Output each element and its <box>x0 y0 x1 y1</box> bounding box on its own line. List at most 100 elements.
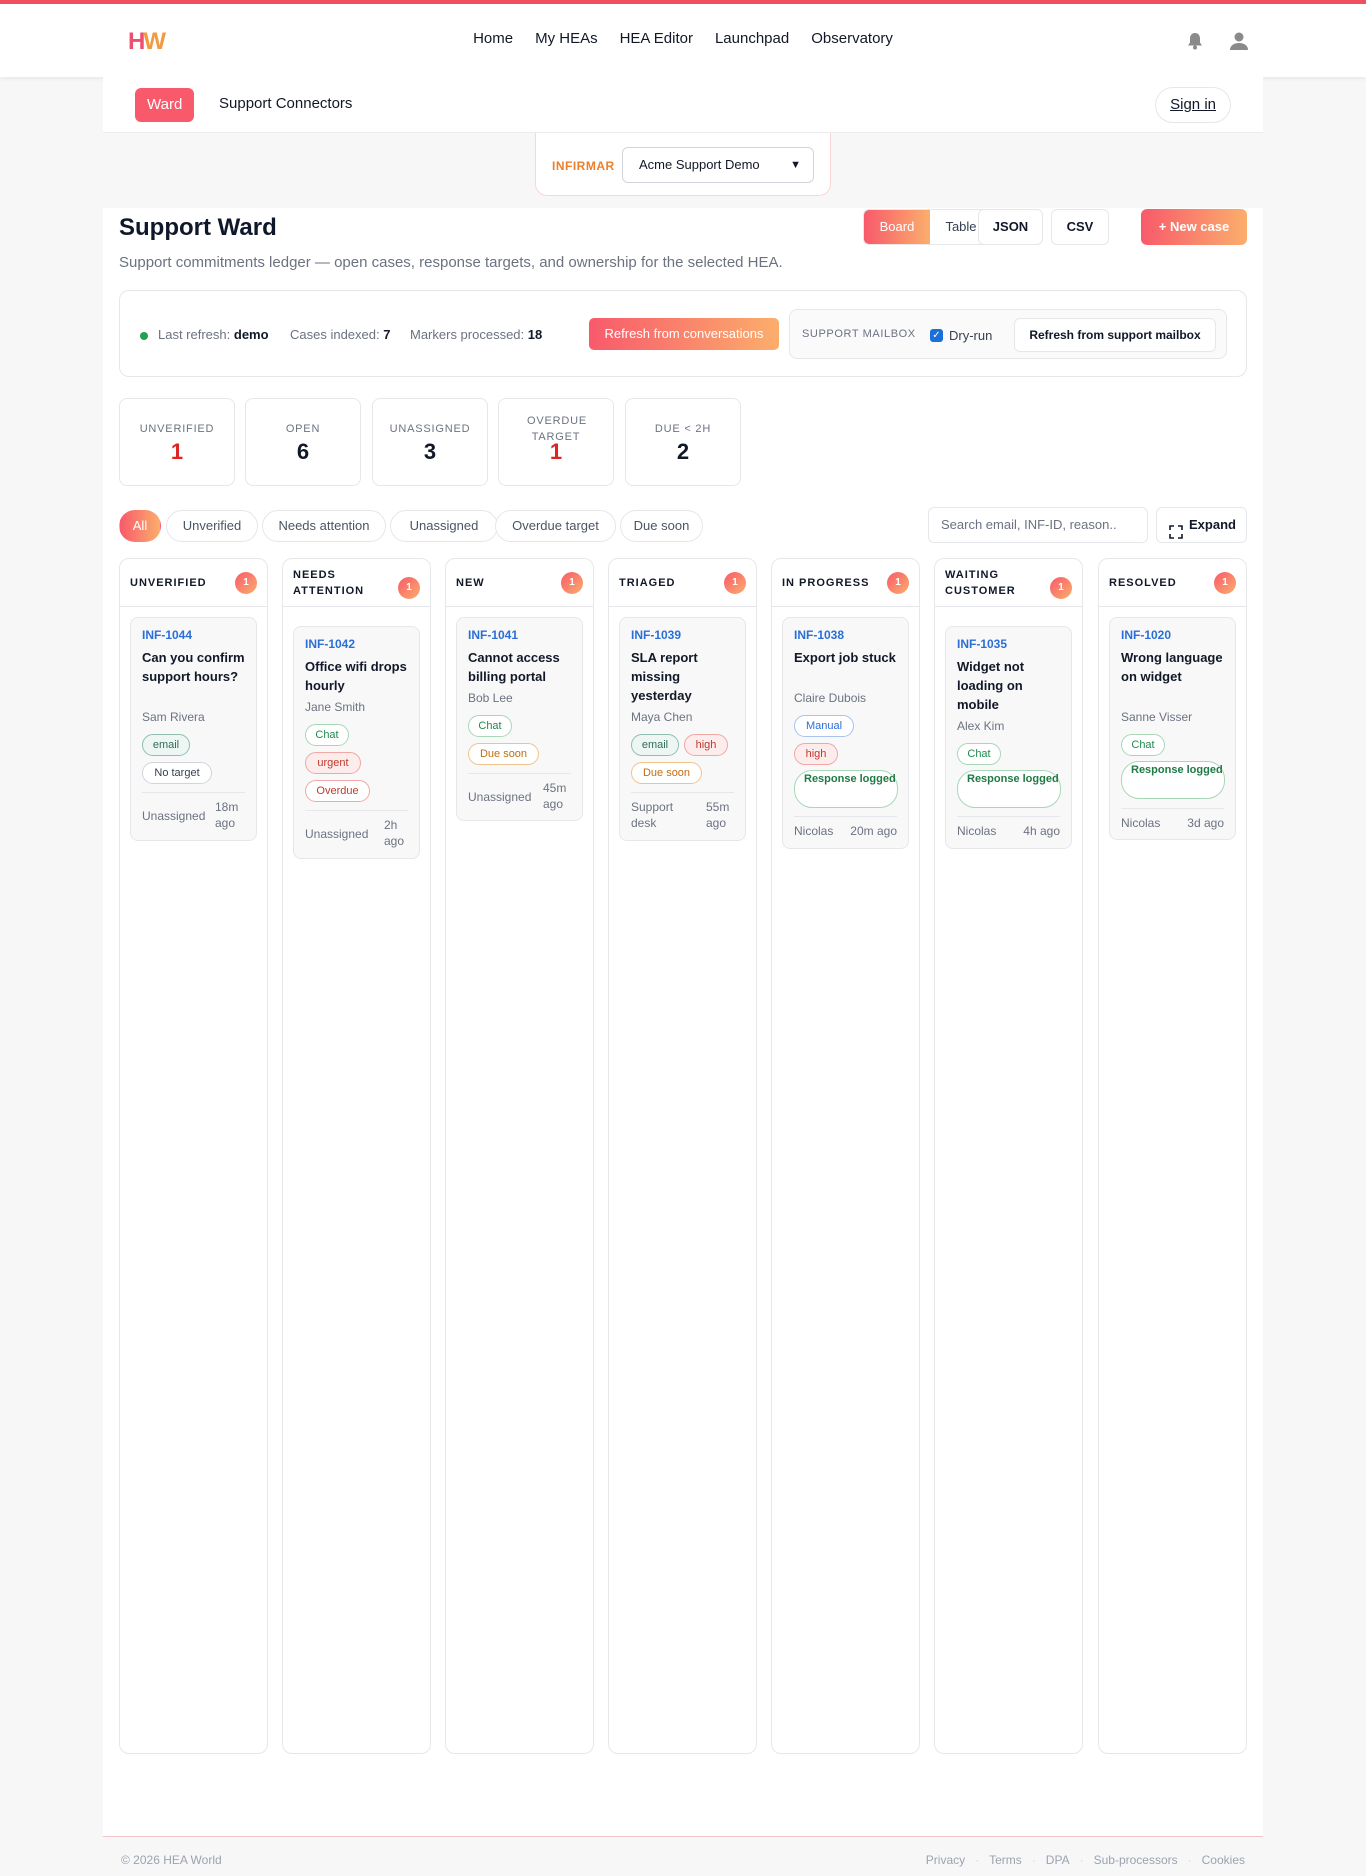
nav-observatory[interactable]: Observatory <box>811 30 893 47</box>
markers-processed: Markers processed: 18 <box>410 327 543 342</box>
refresh-status-panel: Last refresh: demo Cases indexed: 7 Mark… <box>119 290 1247 377</box>
tab-support-connectors[interactable]: Support Connectors <box>219 95 352 112</box>
mailbox-label: SUPPORT MAILBOX <box>802 328 916 340</box>
view-toggle: Board Table <box>863 209 993 245</box>
case-title: Can you confirm support hours? <box>142 650 245 684</box>
footer-link-terms[interactable]: Terms <box>989 1853 1022 1867</box>
tag-response-logged: Response logged <box>957 770 1061 808</box>
page-subtitle: Support commitments ledger — open cases,… <box>119 254 783 271</box>
case-id[interactable]: INF-1039 <box>631 628 681 642</box>
case-age: 4h ago <box>1023 824 1060 838</box>
card-footer: Nicolas 20m ago <box>794 816 897 838</box>
card-footer: Unassigned 45m ago <box>468 773 571 811</box>
filter-unassigned[interactable]: Unassigned <box>390 510 498 542</box>
footer-link-sub-processors[interactable]: Sub-processors <box>1094 1853 1178 1867</box>
column-count-badge: 1 <box>1214 572 1236 594</box>
footer-links: Privacy · Terms · DPA · Sub-processors ·… <box>926 1853 1245 1867</box>
sub-navigation-bar: Ward Support Connectors Sign in <box>103 77 1263 133</box>
column-title: RESOLVED <box>1109 577 1177 589</box>
refresh-conversations-button[interactable]: Refresh from conversations <box>589 318 779 350</box>
case-id[interactable]: INF-1038 <box>794 628 844 642</box>
kpi-label: UNASSIGNED <box>389 423 471 435</box>
footer-separator: · <box>1187 1853 1192 1867</box>
footer-link-privacy[interactable]: Privacy <box>926 1853 965 1867</box>
support-mailbox-panel: SUPPORT MAILBOX ✓ Dry-run Refresh from s… <box>789 309 1227 359</box>
case-owner: Support desk <box>631 800 674 830</box>
dry-run-checkbox[interactable]: ✓ <box>930 329 943 342</box>
tab-ward[interactable]: Ward <box>135 88 195 122</box>
case-age: 2h ago <box>384 818 405 848</box>
case-card[interactable]: INF-1020 Wrong language on widget Sanne … <box>1109 617 1236 840</box>
export-csv-button[interactable]: CSV <box>1051 209 1109 245</box>
kpi-overdue-target[interactable]: OVERDUE TARGET 1 <box>498 398 614 486</box>
case-card[interactable]: INF-1041 Cannot access billing portal Bo… <box>456 617 583 821</box>
sign-in-button[interactable]: Sign in <box>1155 87 1231 123</box>
case-id[interactable]: INF-1044 <box>142 628 192 642</box>
hea-select[interactable]: Acme Support Demo ▼ <box>622 147 814 183</box>
case-card[interactable]: INF-1035 Widget not loading on mobile Al… <box>945 626 1072 849</box>
status-dot <box>140 332 148 340</box>
filter-overdue-target[interactable]: Overdue target <box>495 510 616 542</box>
case-id[interactable]: INF-1035 <box>957 637 1007 651</box>
case-id[interactable]: INF-1020 <box>1121 628 1171 642</box>
new-case-button[interactable]: + New case <box>1141 209 1247 245</box>
kpi-unassigned[interactable]: UNASSIGNED 3 <box>372 398 488 486</box>
column-title: IN PROGRESS <box>782 577 870 589</box>
kpi-label: OPEN <box>285 423 321 435</box>
column-in-progress: IN PROGRESS 1 INF-1038 Export job stuck … <box>771 558 920 1754</box>
case-id[interactable]: INF-1042 <box>305 637 355 651</box>
user-icon[interactable] <box>1228 30 1250 52</box>
case-card[interactable]: INF-1039 SLA report missing yesterday Ma… <box>619 617 746 841</box>
main-nav: Home My HEAs HEA Editor Launchpad Observ… <box>0 30 1366 47</box>
chevron-down-icon: ▼ <box>790 159 801 171</box>
tag-response-logged: Response logged <box>1121 761 1225 799</box>
nav-launchpad[interactable]: Launchpad <box>715 30 789 47</box>
bell-icon[interactable] <box>1184 30 1206 52</box>
tag-priority: high <box>794 743 838 765</box>
nav-home[interactable]: Home <box>473 30 513 47</box>
case-owner: Unassigned <box>468 790 532 804</box>
nav-hea-editor[interactable]: HEA Editor <box>620 30 693 47</box>
kpi-unverified[interactable]: UNVERIFIED 1 <box>119 398 235 486</box>
page-footer: © 2026 HEA World Privacy · Terms · DPA ·… <box>103 1836 1263 1876</box>
footer-link-cookies[interactable]: Cookies <box>1202 1853 1245 1867</box>
tag-channel: email <box>631 734 679 756</box>
case-title: Office wifi drops hourly <box>305 659 407 693</box>
kpi-open[interactable]: OPEN 6 <box>245 398 361 486</box>
filter-needs-attention[interactable]: Needs attention <box>262 510 386 542</box>
case-card[interactable]: INF-1042 Office wifi drops hourly Jane S… <box>293 626 420 859</box>
case-title: Cannot access billing portal <box>468 650 560 684</box>
case-title: Wrong language on widget <box>1121 650 1223 684</box>
kpi-due-soon[interactable]: DUE < 2H 2 <box>625 398 741 486</box>
column-title: TRIAGED <box>619 577 676 589</box>
export-json-button[interactable]: JSON <box>978 209 1043 245</box>
kpi-value: 1 <box>170 439 184 464</box>
cases-indexed: Cases indexed: 7 <box>290 327 391 342</box>
case-owner: Unassigned <box>305 827 369 841</box>
case-age: 3d ago <box>1187 816 1224 830</box>
refresh-mailbox-button[interactable]: Refresh from support mailbox <box>1014 318 1216 352</box>
filter-due-soon[interactable]: Due soon <box>620 510 703 542</box>
filter-unverified[interactable]: Unverified <box>166 510 258 542</box>
footer-link-dpa[interactable]: DPA <box>1046 1853 1070 1867</box>
case-customer: Sanne Visser <box>1121 710 1193 724</box>
nav-my-heas[interactable]: My HEAs <box>535 30 598 47</box>
view-board-button[interactable]: Board <box>864 210 930 244</box>
nav-icons <box>1184 30 1250 52</box>
column-header: NEW 1 <box>446 559 593 607</box>
search-input[interactable]: Search email, INF-ID, reason.. <box>928 507 1148 543</box>
tag-channel: Chat <box>1121 734 1165 756</box>
tag-channel: email <box>142 734 190 756</box>
dry-run-toggle[interactable]: ✓ Dry-run <box>930 328 992 343</box>
case-card[interactable]: INF-1038 Export job stuck Claire Dubois … <box>782 617 909 849</box>
expand-button[interactable]: Expand <box>1156 507 1247 543</box>
filter-all[interactable]: All <box>119 510 161 542</box>
tag-priority: urgent <box>305 752 361 774</box>
column-count-badge: 1 <box>1050 577 1072 599</box>
case-customer: Claire Dubois <box>794 691 867 705</box>
case-id[interactable]: INF-1041 <box>468 628 518 642</box>
case-card[interactable]: INF-1044 Can you confirm support hours? … <box>130 617 257 841</box>
case-customer: Alex Kim <box>957 719 1005 733</box>
column-triaged: TRIAGED 1 INF-1039 SLA report missing ye… <box>608 558 757 1754</box>
column-header: NEEDS ATTENTION 1 <box>283 559 430 607</box>
